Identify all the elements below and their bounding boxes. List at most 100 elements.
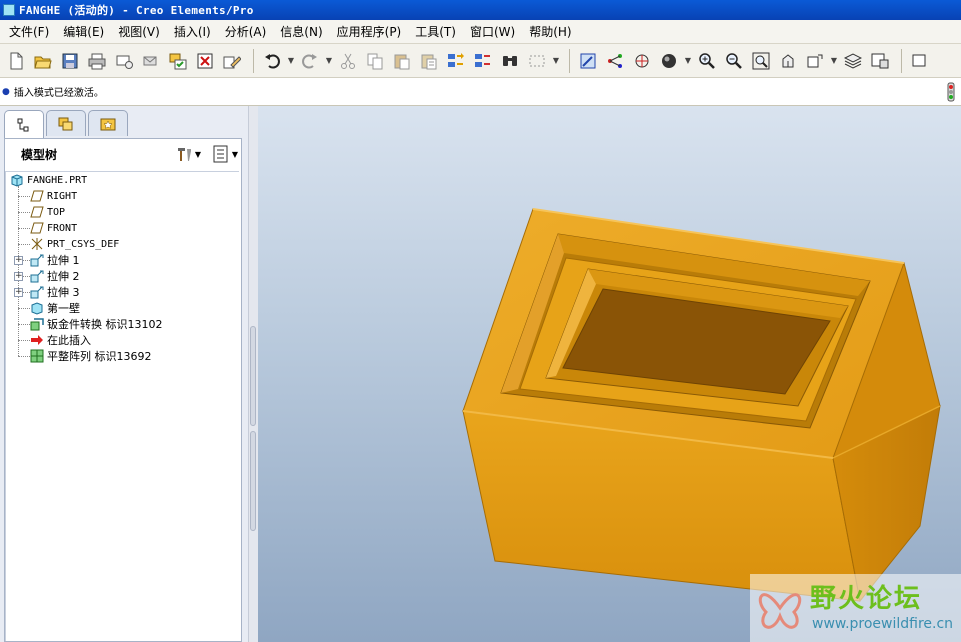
regen-manager-icon[interactable]: [471, 49, 495, 73]
model-tree-tab[interactable]: [4, 110, 44, 138]
tree-item-label: 拉伸 2: [47, 270, 80, 283]
tree-item-part[interactable]: FANGHE.PRT: [10, 172, 87, 188]
copy-icon[interactable]: [363, 49, 387, 73]
saved-views-icon[interactable]: [803, 49, 827, 73]
shading-dropdown-icon[interactable]: ▼: [684, 49, 692, 73]
part-icon: [11, 174, 23, 187]
tree-settings-button[interactable]: ▼: [175, 145, 201, 163]
spin-center-icon[interactable]: [630, 49, 654, 73]
model-tree-title: 模型树: [21, 147, 58, 162]
tree-item-right[interactable]: RIGHT: [30, 188, 77, 204]
save-icon[interactable]: [58, 49, 82, 73]
datum-display-icon[interactable]: [603, 49, 627, 73]
menu-tools[interactable]: 工具(T): [408, 21, 463, 43]
message-bullet-icon: ●: [2, 86, 10, 97]
tree-item-label: PRT_CSYS_DEF: [47, 238, 120, 250]
zoom-in-icon[interactable]: [695, 49, 719, 73]
reorient-icon[interactable]: [776, 49, 800, 73]
tree-item-sheetmetal-convert[interactable]: 钣金件转换 标识13102: [30, 316, 163, 332]
favorites-folder-icon: [100, 118, 116, 130]
zoom-out-icon[interactable]: [722, 49, 746, 73]
splitter-grip[interactable]: [250, 431, 256, 531]
send-icon[interactable]: [139, 49, 163, 73]
new-file-icon[interactable]: [4, 49, 28, 73]
menu-window[interactable]: 窗口(W): [463, 21, 522, 43]
menu-insert[interactable]: 插入(I): [167, 21, 218, 43]
tree-item-csys[interactable]: PRT_CSYS_DEF: [30, 236, 119, 252]
view-manager-icon[interactable]: [868, 49, 892, 73]
csys-icon: [31, 238, 43, 250]
tree-item-label: TOP: [47, 206, 66, 218]
extrude-icon: [30, 254, 44, 267]
menu-info[interactable]: 信息(N): [273, 21, 329, 43]
sheetmetal-convert-icon: [30, 318, 44, 331]
close-window-icon[interactable]: [193, 49, 217, 73]
select-dropdown-icon[interactable]: ▼: [552, 49, 560, 73]
menu-file[interactable]: 文件(F): [2, 21, 56, 43]
menu-analysis[interactable]: 分析(A): [218, 21, 274, 43]
print-icon[interactable]: [85, 49, 109, 73]
panel-splitter[interactable]: [248, 106, 258, 642]
redo-dropdown-icon[interactable]: ▼: [325, 49, 333, 73]
menu-edit[interactable]: 编辑(E): [56, 21, 111, 43]
tree-item-flat-pattern[interactable]: 平整阵列 标识13692: [30, 348, 152, 364]
folder-browser-tab[interactable]: [46, 110, 86, 136]
tree-item-extrude-1[interactable]: 拉伸 1: [30, 252, 80, 268]
regenerate-icon[interactable]: [444, 49, 468, 73]
title-bar: FANGHE (活动的) - Creo Elements/Pro: [0, 0, 961, 20]
tree-item-label: RIGHT: [47, 190, 78, 202]
main-toolbar: ▼ ▼ ▼ ▼ ▼: [0, 44, 961, 78]
chevron-down-icon: ▼: [231, 149, 238, 159]
shading-icon[interactable]: [657, 49, 681, 73]
insert-here-arrow-icon: [31, 335, 43, 345]
tree-item-first-wall[interactable]: 第一壁: [30, 300, 80, 316]
model-tree-icon: [17, 118, 29, 131]
tree-item-extrude-2[interactable]: 拉伸 2: [30, 268, 80, 284]
extrude-icon: [30, 286, 44, 299]
tree-item-top[interactable]: TOP: [30, 204, 65, 220]
graphics-viewport[interactable]: [258, 106, 961, 642]
saved-views-dropdown-icon[interactable]: ▼: [830, 49, 838, 73]
navigator-panel: 模型树 ▼ ▼ + + + FANGHE.PRT RIGHT TOP FRONT…: [0, 106, 248, 642]
find-icon[interactable]: [498, 49, 522, 73]
tree-show-button[interactable]: ▼: [212, 145, 238, 163]
paste-icon[interactable]: [390, 49, 414, 73]
expand-toggle[interactable]: +: [14, 288, 23, 297]
extrude-icon: [30, 270, 44, 283]
erase-icon[interactable]: [220, 49, 244, 73]
tree-item-insert-here[interactable]: 在此插入: [30, 332, 91, 348]
layers-icon[interactable]: [841, 49, 865, 73]
menu-view[interactable]: 视图(V): [111, 21, 167, 43]
select-box-icon[interactable]: [525, 49, 549, 73]
copy-window-icon[interactable]: [166, 49, 190, 73]
part-model-render[interactable]: [258, 106, 961, 642]
toolbar-separator: [569, 48, 570, 73]
undo-icon[interactable]: [260, 49, 284, 73]
datum-plane-icon: [30, 206, 44, 218]
navigator-tabs: [0, 110, 248, 138]
watermark-url: www.proewildfire.cn: [812, 616, 954, 632]
menu-applications[interactable]: 应用程序(P): [330, 21, 409, 43]
expand-toggle[interactable]: +: [14, 256, 23, 265]
tree-item-front[interactable]: FRONT: [30, 220, 77, 236]
status-light-icon[interactable]: [944, 82, 958, 102]
tree-item-label: 拉伸 3: [47, 286, 80, 299]
tree-item-label: 第一壁: [47, 302, 80, 315]
paste-special-icon[interactable]: [417, 49, 441, 73]
splitter-grip[interactable]: [250, 326, 256, 426]
app-icon: [3, 4, 15, 16]
menu-help[interactable]: 帮助(H): [522, 21, 578, 43]
cut-icon[interactable]: [336, 49, 360, 73]
email-icon[interactable]: [112, 49, 136, 73]
more-tools-icon[interactable]: [908, 49, 932, 73]
tree-item-label: 拉伸 1: [47, 254, 80, 267]
open-folder-icon[interactable]: [31, 49, 55, 73]
refit-icon[interactable]: [749, 49, 773, 73]
tree-item-extrude-3[interactable]: 拉伸 3: [30, 284, 80, 300]
undo-dropdown-icon[interactable]: ▼: [287, 49, 295, 73]
redo-icon[interactable]: [298, 49, 322, 73]
repaint-icon[interactable]: [576, 49, 600, 73]
favorites-tab[interactable]: [88, 110, 128, 136]
expand-toggle[interactable]: +: [14, 272, 23, 281]
message-text: 插入模式已经激活。: [13, 88, 104, 99]
